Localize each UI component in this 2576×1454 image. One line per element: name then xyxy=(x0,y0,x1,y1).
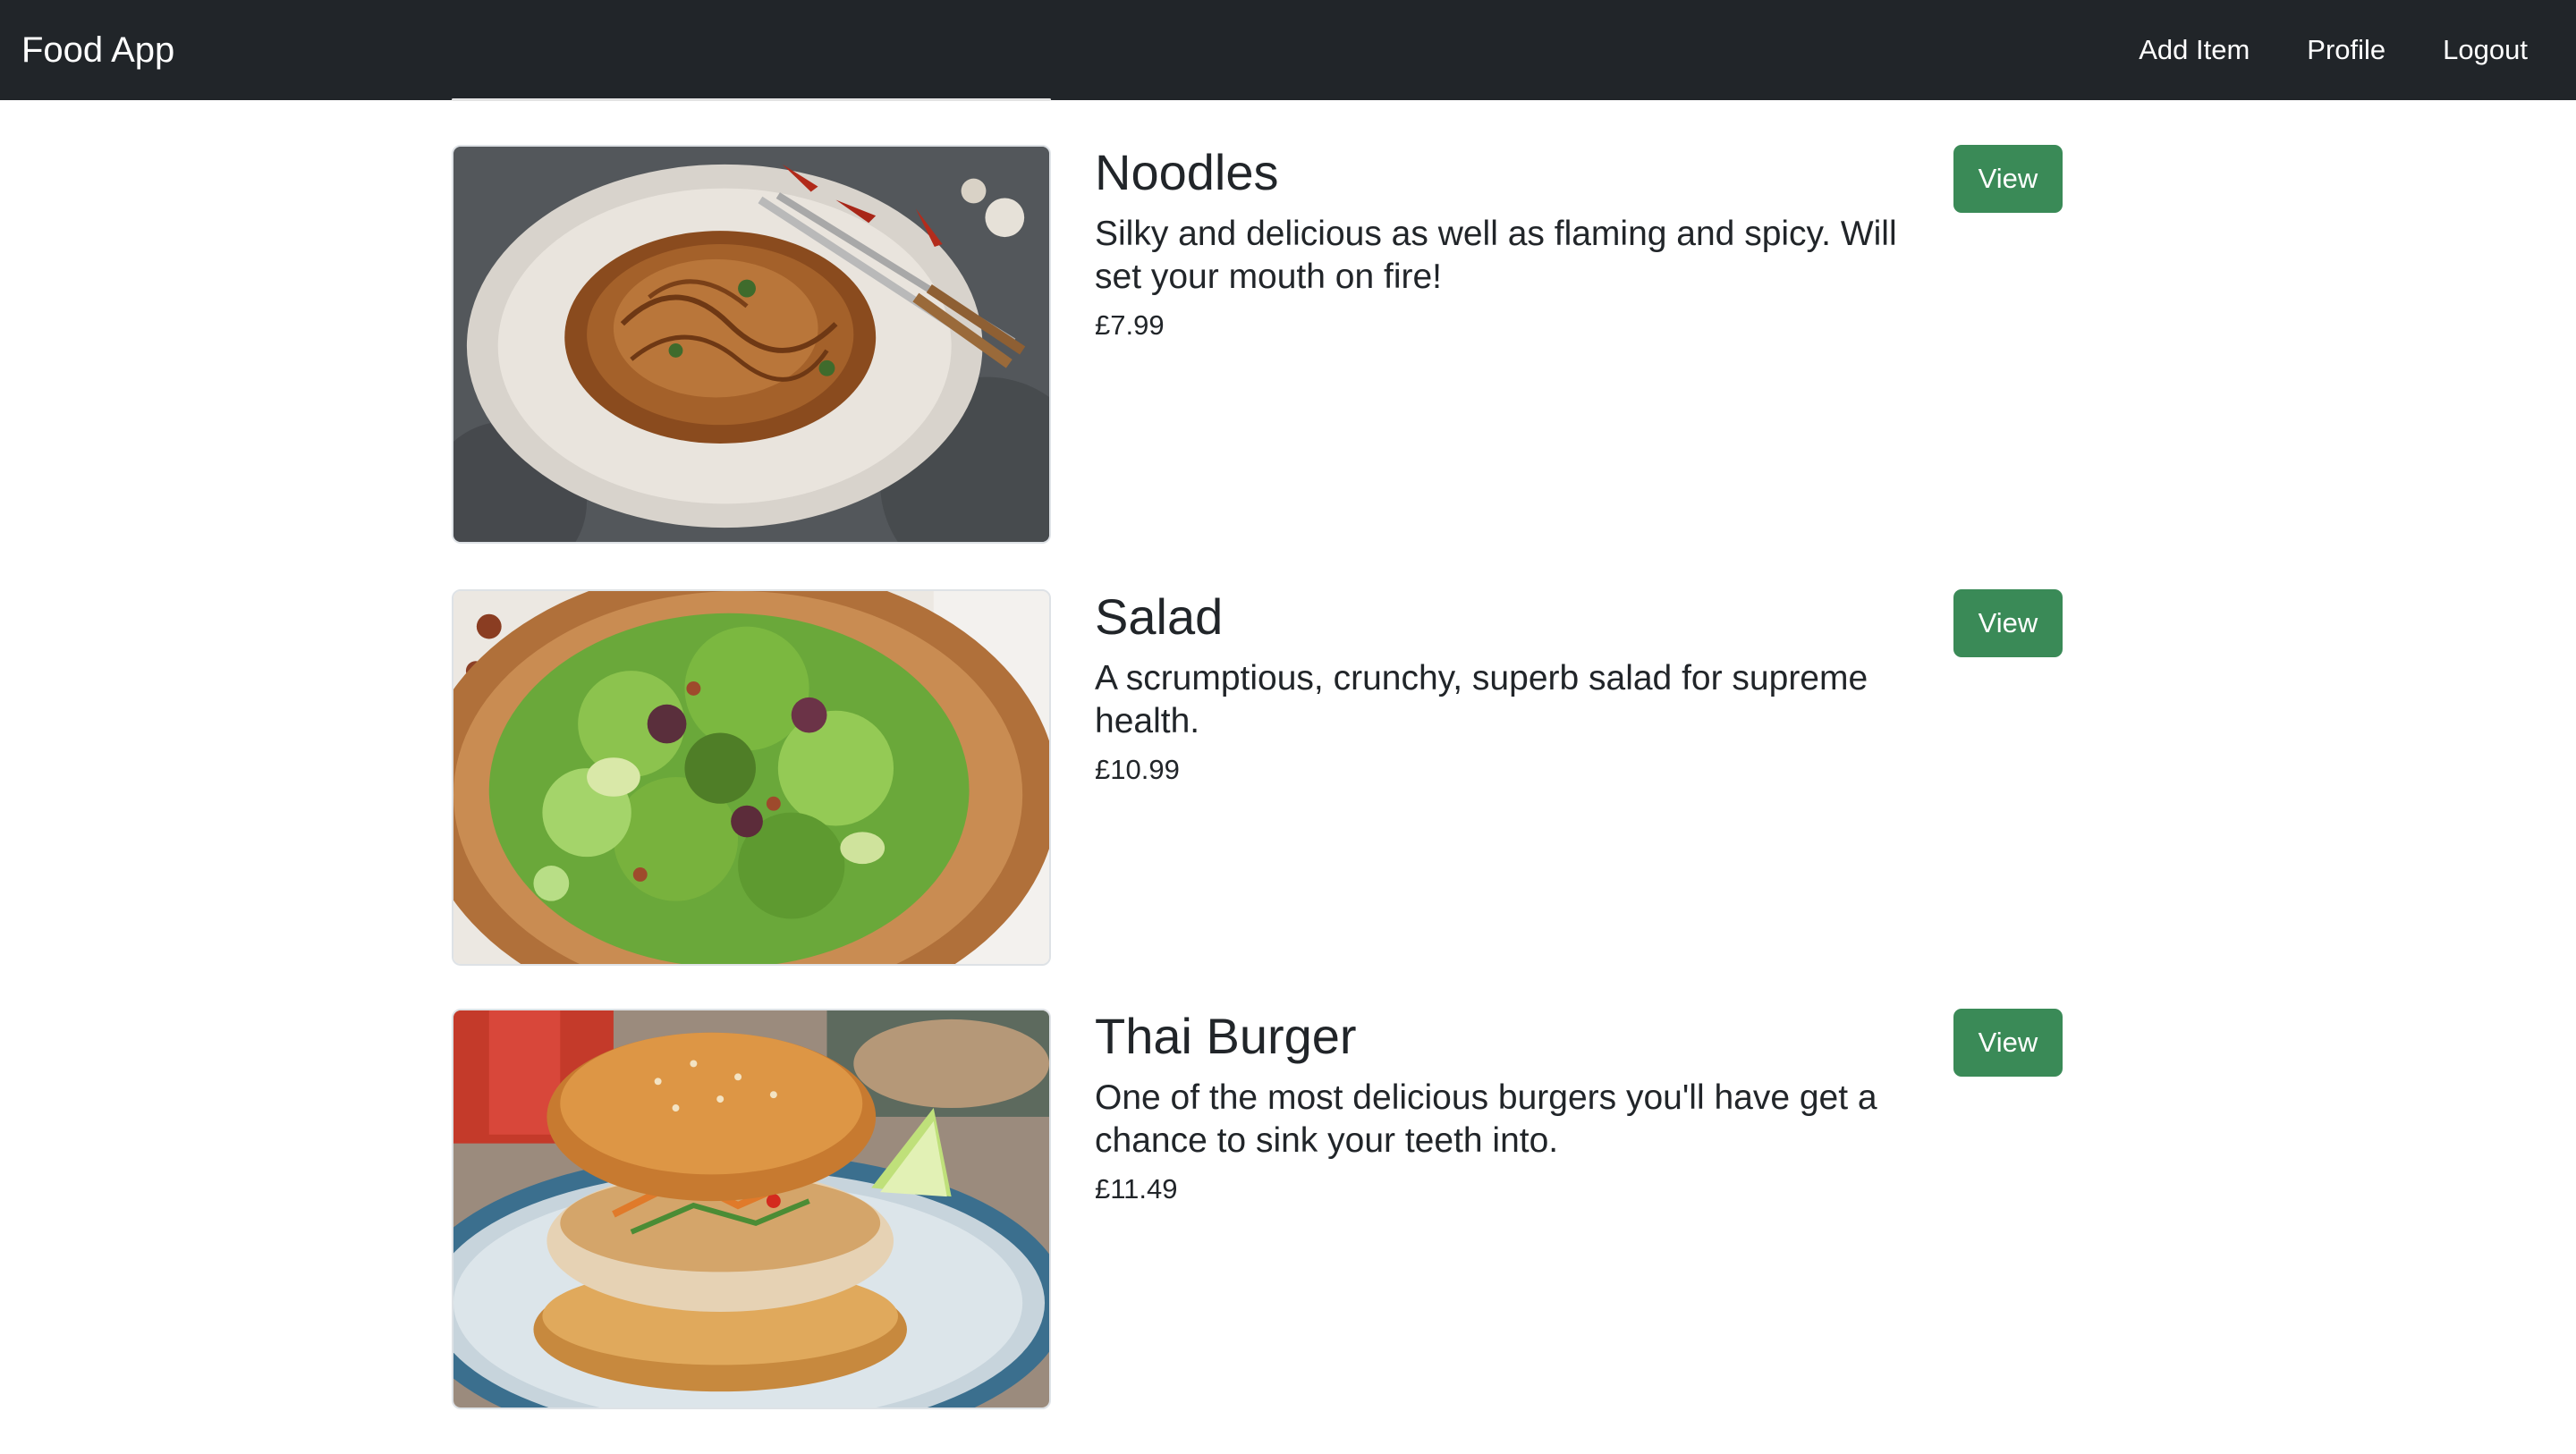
food-item-image[interactable] xyxy=(452,1009,1051,1409)
food-item-info: Salad A scrumptious, crunchy, superb sal… xyxy=(1095,588,1868,786)
food-item-title: Thai Burger xyxy=(1095,1008,1357,1064)
nav-links: Add Item Profile Logout xyxy=(2081,34,2528,66)
view-button[interactable]: View xyxy=(1953,1009,2063,1077)
brand-link[interactable]: Food App xyxy=(21,30,174,71)
food-item-price: £10.99 xyxy=(1095,753,1180,785)
top-navbar: Food App Add Item Profile Logout xyxy=(0,0,2576,100)
food-item-description: A scrumptious, crunchy, superb salad for… xyxy=(1095,658,1868,740)
nav-add-item-link[interactable]: Add Item xyxy=(2139,34,2250,66)
food-item-price: £11.49 xyxy=(1095,1172,1178,1205)
nav-logout-link[interactable]: Logout xyxy=(2443,34,2528,66)
view-button[interactable]: View xyxy=(1953,145,2063,213)
food-item-title: Salad xyxy=(1095,588,1224,645)
food-item-image[interactable] xyxy=(452,145,1051,544)
food-item-image[interactable] xyxy=(452,589,1051,966)
food-item-description: Silky and delicious as well as flaming a… xyxy=(1095,214,1897,296)
previous-item-edge xyxy=(452,98,1051,101)
food-item-info: Thai Burger One of the most delicious bu… xyxy=(1095,1008,1877,1205)
food-item-info: Noodles Silky and delicious as well as f… xyxy=(1095,144,1897,342)
food-item-price: £7.99 xyxy=(1095,309,1165,341)
nav-profile-link[interactable]: Profile xyxy=(2307,34,2385,66)
food-item-title: Noodles xyxy=(1095,144,1279,200)
food-item-description: One of the most delicious burgers you'll… xyxy=(1095,1078,1877,1160)
view-button[interactable]: View xyxy=(1953,589,2063,657)
